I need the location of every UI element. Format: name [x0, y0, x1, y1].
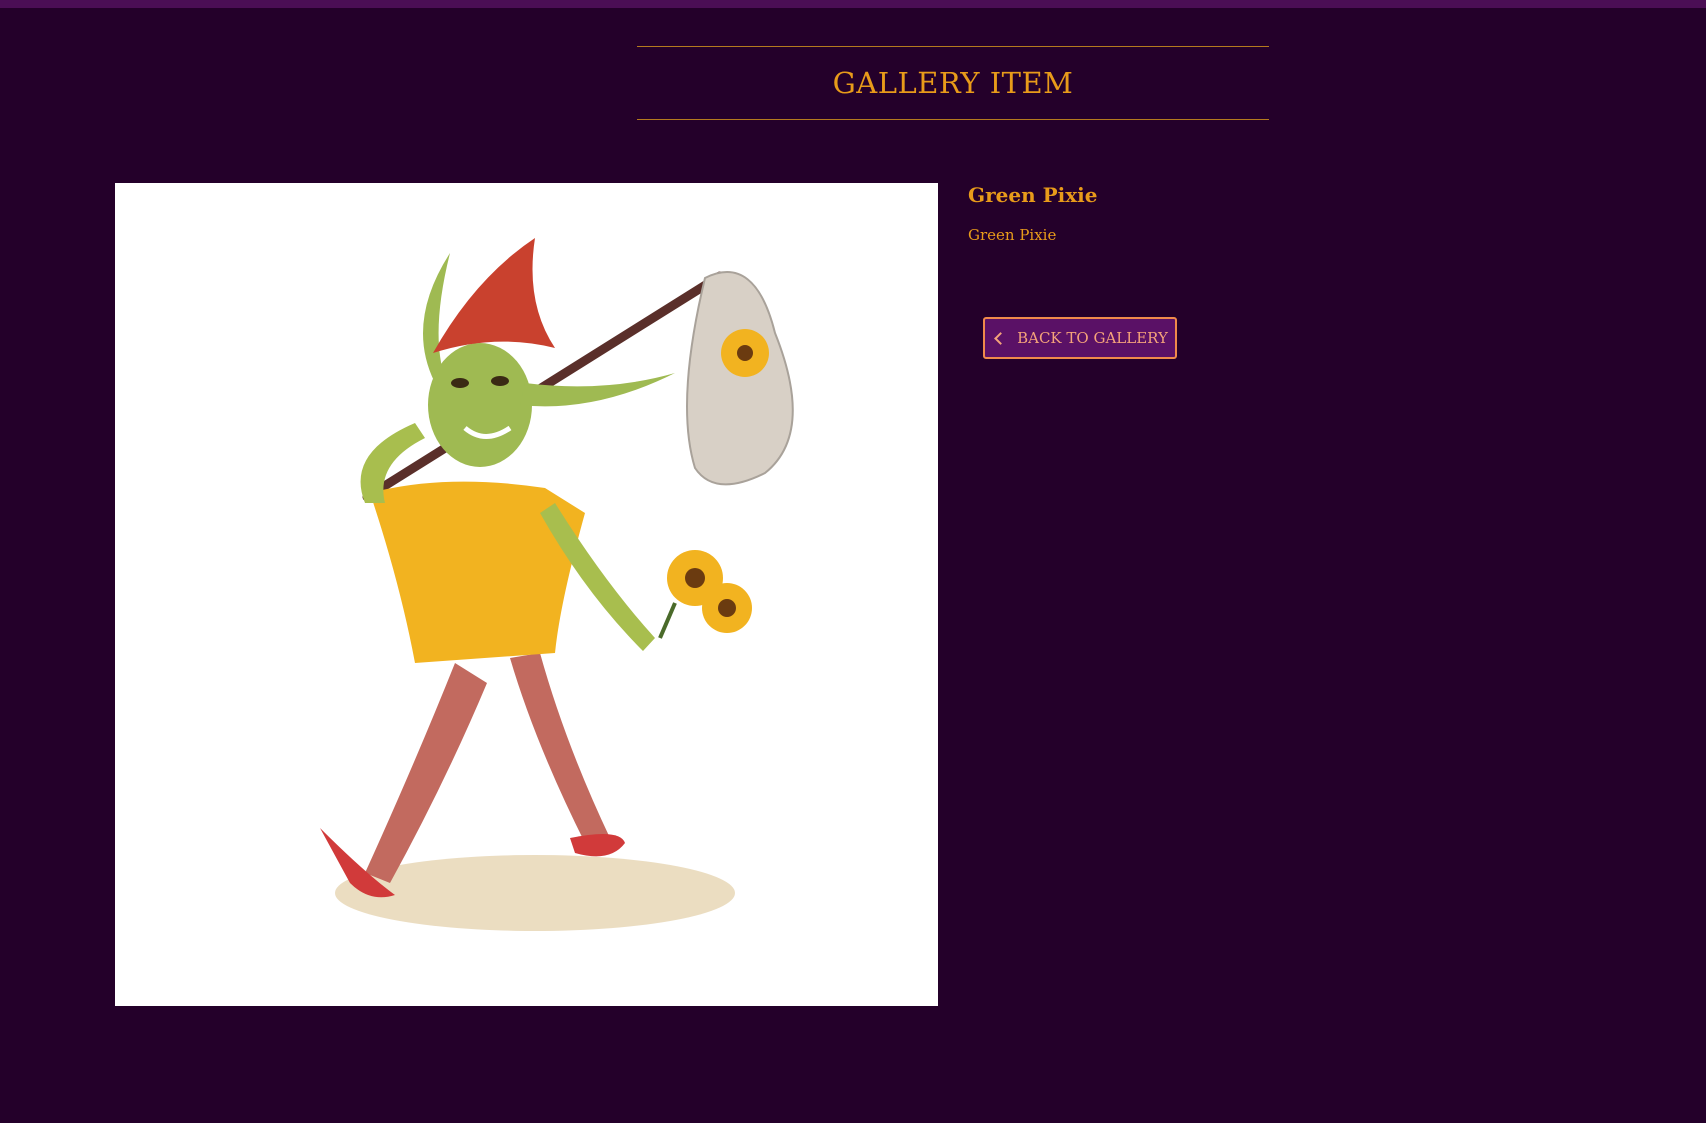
pixie-illustration [320, 238, 794, 931]
gallery-item-image [115, 183, 938, 1006]
chevron-left-icon [994, 331, 1007, 345]
item-details: Green Pixie Green Pixie [968, 183, 1468, 244]
item-title: Green Pixie [968, 183, 1098, 207]
item-description: Green Pixie [968, 226, 1057, 244]
top-bar [0, 0, 1706, 8]
back-to-gallery-label: BACK TO GALLERY [1017, 329, 1168, 347]
page-header: GALLERY ITEM [637, 46, 1269, 120]
back-to-gallery-button[interactable]: BACK TO GALLERY [983, 317, 1177, 359]
page-title: GALLERY ITEM [832, 66, 1074, 100]
